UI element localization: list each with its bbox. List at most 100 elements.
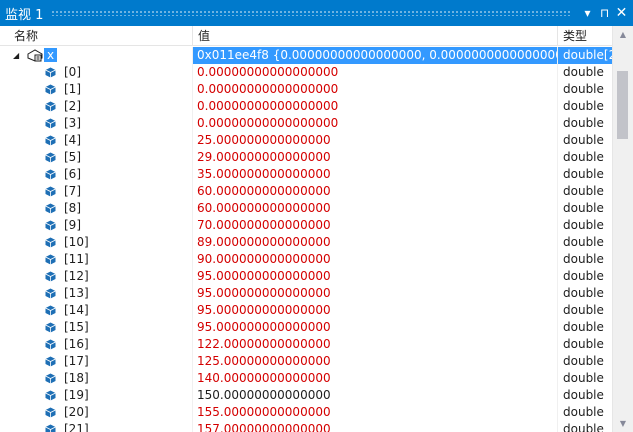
watch-row[interactable]: [17] 125.00000000000000 double xyxy=(0,353,612,370)
watch-row[interactable]: [13] 95.000000000000000 double xyxy=(0,285,612,302)
vertical-scrollbar[interactable]: ▲ ▼ xyxy=(612,26,633,432)
watch-row-value[interactable]: 89.000000000000000 xyxy=(193,234,558,251)
watch-row-value[interactable]: 90.000000000000000 xyxy=(193,251,558,268)
watch-row-value[interactable]: 60.000000000000000 xyxy=(193,183,558,200)
watch-row[interactable]: [8] 60.000000000000000 double xyxy=(0,200,612,217)
watch-row[interactable]: [14] 95.000000000000000 double xyxy=(0,302,612,319)
watch-row-value[interactable]: 0x011ee4f8 {0.00000000000000000, 0.00000… xyxy=(193,47,558,64)
watch-row[interactable]: [16] 122.00000000000000 double xyxy=(0,336,612,353)
watch-row[interactable]: [6] 35.000000000000000 double xyxy=(0,166,612,183)
watch-row-type: double xyxy=(563,269,604,283)
watch-row-type: double xyxy=(563,286,604,300)
watch-row[interactable]: [15] 95.000000000000000 double xyxy=(0,319,612,336)
watch-row-type: double xyxy=(563,303,604,317)
column-header-name[interactable]: 名称 xyxy=(0,26,193,46)
watch-row-value[interactable]: 95.000000000000000 xyxy=(193,319,558,336)
field-icon xyxy=(45,237,56,248)
scroll-down-icon[interactable]: ▼ xyxy=(613,415,633,432)
watch-row-type: double xyxy=(563,371,604,385)
watch-row-name-cell: [18] xyxy=(0,370,193,387)
watch-row-name-cell: [19] xyxy=(0,387,193,404)
watch-row-name-cell: [8] xyxy=(0,200,193,217)
watch-row-type: double xyxy=(563,235,604,249)
watch-row-type: double xyxy=(563,337,604,351)
pin-icon[interactable]: ⊓ xyxy=(596,6,613,20)
watch-row-value[interactable]: 29.000000000000000 xyxy=(193,149,558,166)
watch-row[interactable]: [11] 90.000000000000000 double xyxy=(0,251,612,268)
close-icon[interactable]: ✕ xyxy=(613,5,630,21)
field-icon xyxy=(45,390,56,401)
watch-row-name-cell: ◢ x xyxy=(0,47,193,64)
watch-row[interactable]: [7] 60.000000000000000 double xyxy=(0,183,612,200)
watch-row-name-cell: [4] xyxy=(0,132,193,149)
watch-row[interactable]: [2] 0.00000000000000000 double xyxy=(0,98,612,115)
titlebar-grip[interactable] xyxy=(51,10,571,16)
watch-row-type: double xyxy=(563,354,604,368)
watch-row-name: [13] xyxy=(64,286,89,300)
watch-row[interactable]: [9] 70.000000000000000 double xyxy=(0,217,612,234)
watch-row-name: [19] xyxy=(64,388,89,402)
watch-row-name-cell: [16] xyxy=(0,336,193,353)
watch-row-value[interactable]: 157.00000000000000 xyxy=(193,421,558,432)
watch-row-name: [2] xyxy=(64,99,81,113)
watch-row-value[interactable]: 155.00000000000000 xyxy=(193,404,558,421)
watch-row-parent[interactable]: ◢ x 0x011ee4f8 {0.00000000000000000, 0.0… xyxy=(0,47,612,64)
watch-row-name: [8] xyxy=(64,201,81,215)
collapse-arrow-icon[interactable]: ◢ xyxy=(13,47,19,64)
watch-row-value[interactable]: 60.000000000000000 xyxy=(193,200,558,217)
window-title: 监视 1 xyxy=(5,7,44,23)
watch-row-type: double xyxy=(563,150,604,164)
window-position-dropdown-icon[interactable]: ▾ xyxy=(579,6,596,20)
watch-row-name: [15] xyxy=(64,320,89,334)
watch-row-value[interactable]: 95.000000000000000 xyxy=(193,268,558,285)
column-header-type[interactable]: 类型 xyxy=(558,26,612,46)
field-icon xyxy=(45,67,56,78)
scroll-up-icon[interactable]: ▲ xyxy=(613,26,633,43)
field-icon xyxy=(45,101,56,112)
watch-row-value[interactable]: 140.00000000000000 xyxy=(193,370,558,387)
watch-row-value[interactable]: 0.00000000000000000 xyxy=(193,115,558,132)
watch-row-value[interactable]: 25.000000000000000 xyxy=(193,132,558,149)
field-icon xyxy=(45,169,56,180)
watch-row-name: [6] xyxy=(64,167,81,181)
column-header-value[interactable]: 值 xyxy=(193,26,558,46)
watch-row-name: [7] xyxy=(64,184,81,198)
watch-row-name-cell: [13] xyxy=(0,285,193,302)
local-variable-icon xyxy=(27,49,43,62)
watch-row-name: [1] xyxy=(64,82,81,96)
watch-row[interactable]: [5] 29.000000000000000 double xyxy=(0,149,612,166)
watch-row[interactable]: [10] 89.000000000000000 double xyxy=(0,234,612,251)
scrollbar-thumb[interactable] xyxy=(617,71,628,139)
watch-row-name-cell: [6] xyxy=(0,166,193,183)
watch-row-value[interactable]: 35.000000000000000 xyxy=(193,166,558,183)
watch-row-type: double xyxy=(563,116,604,130)
field-icon xyxy=(45,220,56,231)
watch-row[interactable]: [4] 25.000000000000000 double xyxy=(0,132,612,149)
watch-row[interactable]: [21] 157.00000000000000 double xyxy=(0,421,612,432)
watch-row[interactable]: [18] 140.00000000000000 double xyxy=(0,370,612,387)
watch-row-value[interactable]: 0.00000000000000000 xyxy=(193,64,558,81)
field-icon xyxy=(45,407,56,418)
watch-row-value[interactable]: 150.00000000000000 xyxy=(193,387,558,404)
watch-row[interactable]: [0] 0.00000000000000000 double xyxy=(0,64,612,81)
watch-row-name-cell: [14] xyxy=(0,302,193,319)
watch-row-name-cell: [0] xyxy=(0,64,193,81)
watch-row-value[interactable]: 125.00000000000000 xyxy=(193,353,558,370)
watch-row-value[interactable]: 70.000000000000000 xyxy=(193,217,558,234)
watch-row-value[interactable]: 122.00000000000000 xyxy=(193,336,558,353)
watch-row-value[interactable]: 95.000000000000000 xyxy=(193,302,558,319)
field-icon xyxy=(45,203,56,214)
watch-row-name-cell: [20] xyxy=(0,404,193,421)
watch-list: ◢ x 0x011ee4f8 {0.00000000000000000, 0.0… xyxy=(0,47,612,432)
watch-window-titlebar: 监视 1 ▾ ⊓ ✕ xyxy=(0,0,633,26)
watch-row[interactable]: [19] 150.00000000000000 double xyxy=(0,387,612,404)
watch-row-value[interactable]: 95.000000000000000 xyxy=(193,285,558,302)
watch-row[interactable]: [20] 155.00000000000000 double xyxy=(0,404,612,421)
watch-row[interactable]: [1] 0.00000000000000000 double xyxy=(0,81,612,98)
watch-row-value[interactable]: 0.00000000000000000 xyxy=(193,81,558,98)
watch-row-name-cell: [5] xyxy=(0,149,193,166)
watch-row-name: [3] xyxy=(64,116,81,130)
watch-row[interactable]: [12] 95.000000000000000 double xyxy=(0,268,612,285)
watch-row[interactable]: [3] 0.00000000000000000 double xyxy=(0,115,612,132)
watch-row-value[interactable]: 0.00000000000000000 xyxy=(193,98,558,115)
